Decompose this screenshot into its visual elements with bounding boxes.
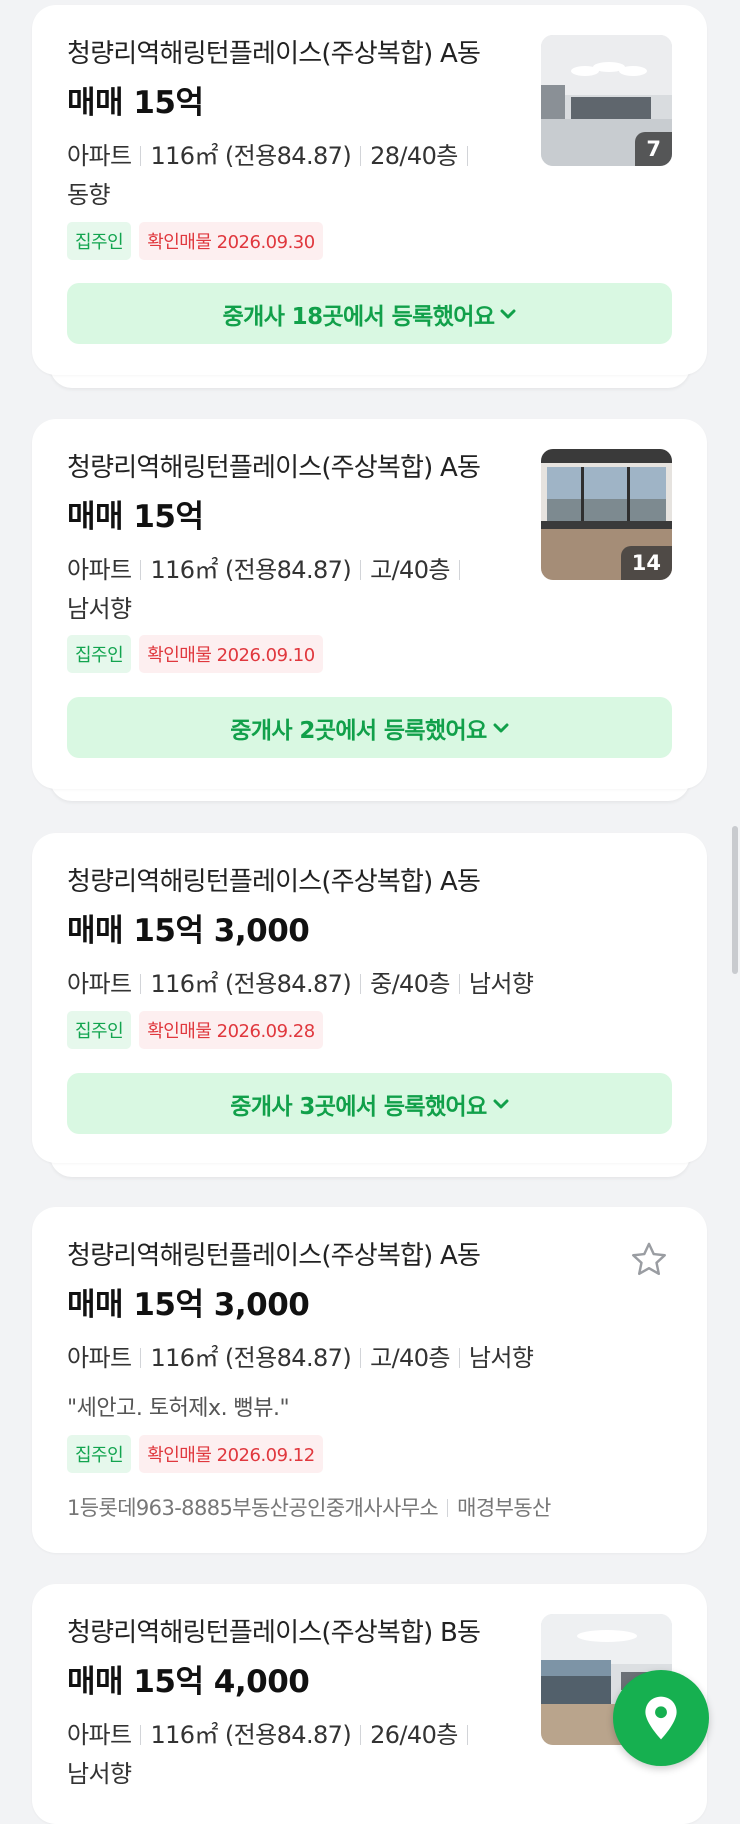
property-direction: 남서향 — [67, 1760, 132, 1788]
map-button[interactable] — [613, 1670, 709, 1766]
listing-card[interactable]: 청량리역해링턴플레이스(주상복합) A동 매매 15억 3,000 아파트 116… — [32, 1207, 707, 1553]
chevron-down-icon — [493, 1099, 509, 1108]
listing-title: 청량리역해링턴플레이스(주상복합) A동 — [67, 867, 481, 897]
listing-title: 청량리역해링턴플레이스(주상복합) A동 — [67, 39, 481, 69]
property-type: 아파트 — [67, 970, 132, 998]
property-floor: 28/40층 — [370, 142, 458, 170]
owner-tag: 집주인 — [67, 1435, 132, 1473]
listing-title: 청량리역해링턴플레이스(주상복합) A동 — [67, 453, 481, 483]
confirmed-tag: 확인매물 2026.09.30 — [139, 222, 323, 260]
property-area: 116㎡ (전용84.87) — [150, 556, 352, 584]
owner-tag: 집주인 — [67, 222, 132, 260]
listing-specs: 아파트 116㎡ (전용84.87) 고/40층남서향 — [67, 551, 507, 629]
agency-label: 중개사 18곳에서 등록했어요 — [222, 303, 495, 330]
agency-expand-button[interactable]: 중개사 18곳에서 등록했어요 — [67, 283, 672, 344]
property-floor: 26/40층 — [370, 1721, 458, 1749]
location-pin-icon — [645, 1696, 677, 1740]
listing-tags: 집주인 확인매물 2026.09.30 — [67, 222, 323, 260]
owner-tag: 집주인 — [67, 1011, 132, 1049]
property-type: 아파트 — [67, 1721, 132, 1749]
owner-tag: 집주인 — [67, 635, 132, 673]
listing-price: 매매 15억 3,000 — [67, 913, 310, 949]
listing-card[interactable]: 청량리역해링턴플레이스(주상복합) A동 매매 15억 아파트 116㎡ (전용8… — [32, 5, 707, 375]
property-area: 116㎡ (전용84.87) — [150, 970, 352, 998]
property-floor: 고/40층 — [370, 556, 450, 584]
listing-specs: 아파트 116㎡ (전용84.87) 26/40층남서향 — [67, 1716, 507, 1794]
listing-title: 청량리역해링턴플레이스(주상복합) B동 — [67, 1618, 481, 1648]
listing-price: 매매 15억 — [67, 85, 204, 121]
property-area: 116㎡ (전용84.87) — [150, 1344, 352, 1372]
listing-specs: 아파트 116㎡ (전용84.87) 28/40층동향 — [67, 137, 507, 215]
agent-info: 1등롯데963-8885부동산공인중개사사무소 매경부동산 — [67, 1492, 551, 1522]
confirmed-tag: 확인매물 2026.09.28 — [139, 1011, 323, 1049]
listing-price: 매매 15억 — [67, 499, 204, 535]
confirmed-tag: 확인매물 2026.09.12 — [139, 1435, 323, 1473]
property-direction: 동향 — [67, 181, 111, 209]
agency-expand-button[interactable]: 중개사 3곳에서 등록했어요 — [67, 1073, 672, 1134]
photo-count-badge: 14 — [620, 546, 672, 580]
listing-specs: 아파트 116㎡ (전용84.87) 중/40층 남서향 — [67, 965, 667, 1004]
listing-card[interactable]: 청량리역해링턴플레이스(주상복합) A동 매매 15억 3,000 아파트 116… — [32, 833, 707, 1163]
chevron-down-icon — [493, 723, 509, 732]
listing-card[interactable]: 청량리역해링턴플레이스(주상복합) A동 매매 15억 아파트 116㎡ (전용8… — [32, 419, 707, 789]
listing-price: 매매 15억 4,000 — [67, 1664, 310, 1700]
agency-label: 중개사 3곳에서 등록했어요 — [230, 1093, 487, 1120]
confirmed-tag: 확인매물 2026.09.10 — [139, 635, 323, 673]
property-area: 116㎡ (전용84.87) — [150, 1721, 352, 1749]
property-type: 아파트 — [67, 556, 132, 584]
chevron-down-icon — [500, 309, 516, 318]
property-area: 116㎡ (전용84.87) — [150, 142, 352, 170]
property-type: 아파트 — [67, 142, 132, 170]
listing-tags: 집주인 확인매물 2026.09.12 — [67, 1435, 323, 1473]
photo-count-badge: 7 — [635, 132, 672, 166]
listing-photo[interactable]: 14 — [541, 449, 672, 580]
listing-tags: 집주인 확인매물 2026.09.28 — [67, 1011, 323, 1049]
listing-card[interactable]: 청량리역해링턴플레이스(주상복합) B동 매매 15억 4,000 아파트 116… — [32, 1584, 707, 1824]
property-type: 아파트 — [67, 1344, 132, 1372]
listing-tags: 집주인 확인매물 2026.09.10 — [67, 635, 323, 673]
property-direction: 남서향 — [468, 970, 534, 998]
listing-specs: 아파트 116㎡ (전용84.87) 고/40층 남서향 — [67, 1339, 667, 1378]
listing-price: 매매 15억 3,000 — [67, 1287, 310, 1323]
scrollbar-thumb[interactable] — [732, 826, 738, 974]
property-direction: 남서향 — [468, 1344, 534, 1372]
favorite-star-icon[interactable] — [628, 1239, 670, 1281]
listing-title: 청량리역해링턴플레이스(주상복합) A동 — [67, 1241, 481, 1271]
property-floor: 고/40층 — [370, 1344, 450, 1372]
listing-photo[interactable]: 7 — [541, 35, 672, 166]
agent-name: 1등롯데963-8885부동산공인중개사사무소 — [67, 1496, 439, 1520]
agency-expand-button[interactable]: 중개사 2곳에서 등록했어요 — [67, 697, 672, 758]
listing-description: "세안고. 토허제x. 뻥뷰." — [67, 1396, 290, 1421]
agency-label: 중개사 2곳에서 등록했어요 — [230, 717, 487, 744]
property-direction: 남서향 — [67, 595, 132, 623]
agent-provider: 매경부동산 — [457, 1496, 551, 1520]
property-floor: 중/40층 — [370, 970, 450, 998]
